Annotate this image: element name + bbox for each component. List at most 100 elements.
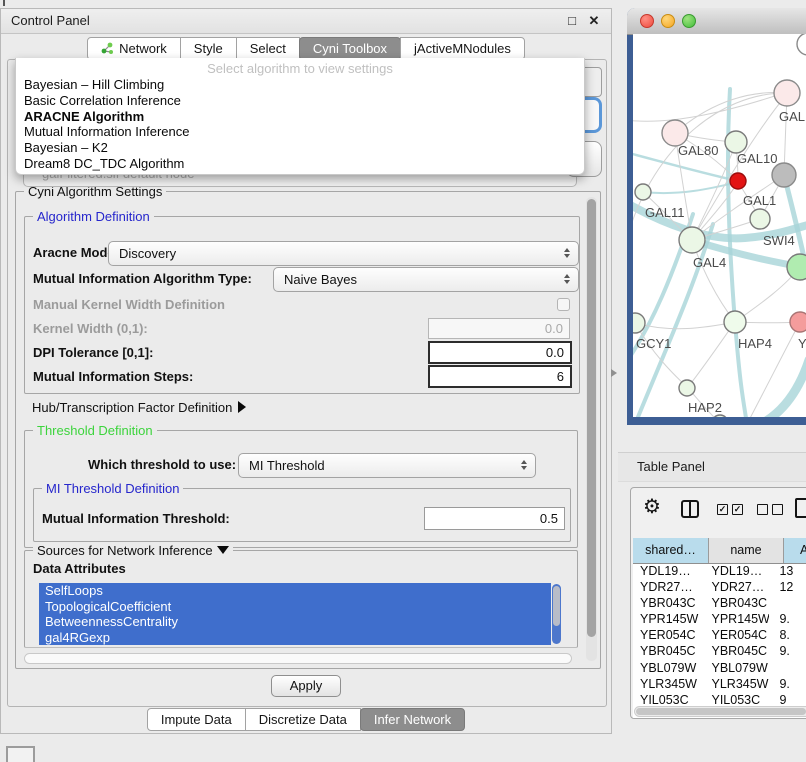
table-row[interactable]: YER054CYER054C8. — [633, 627, 806, 643]
which-threshold-combobox[interactable]: MI Threshold — [238, 453, 536, 478]
mi-threshold-label: Mutual Information Threshold: — [42, 511, 230, 526]
table-cell — [769, 660, 806, 676]
page-icon[interactable] — [795, 498, 806, 518]
table-cell: 8. — [769, 627, 806, 643]
network-node-gal11[interactable] — [635, 184, 651, 200]
tab-jactivemnodules[interactable]: jActiveMNodules — [400, 37, 525, 60]
table-cell: YLR345W — [702, 676, 770, 692]
algorithm-option[interactable]: Basic Correlation Inference — [16, 93, 584, 109]
table-cell: 12 — [769, 579, 806, 595]
table-cell — [769, 595, 806, 611]
network-node-gal1[interactable] — [750, 209, 770, 229]
tab-impute-data[interactable]: Impute Data — [147, 708, 246, 731]
tab-style[interactable]: Style — [180, 37, 237, 60]
minimize-traffic-light[interactable] — [661, 14, 675, 28]
network-node-y[interactable] — [790, 312, 806, 332]
network-node-gal[interactable] — [774, 80, 800, 106]
tab-cyni-toolbox[interactable]: Cyni Toolbox — [299, 37, 401, 60]
network-node[interactable] — [797, 34, 806, 55]
manual-kernel-checkbox[interactable] — [557, 298, 570, 311]
column-header-partial[interactable]: A — [784, 538, 806, 563]
network-node-gal10[interactable] — [725, 131, 747, 153]
table-row[interactable]: YBR045CYBR045C9. — [633, 643, 806, 659]
table-header-row: shared… name A — [633, 538, 806, 564]
table-row[interactable]: YLR345WYLR345W9. — [633, 676, 806, 692]
column-header-name[interactable]: name — [709, 538, 784, 563]
group-title: Threshold Definition — [33, 423, 157, 438]
network-node-hap4[interactable] — [724, 311, 746, 333]
node-label: SWI4 — [763, 233, 795, 248]
unchecked-box-icon[interactable] — [757, 504, 768, 515]
network-node-swi4[interactable] — [787, 254, 806, 280]
network-canvas[interactable]: GALGAL80GAL10GAL11GAL1GAL4SWI4GCY1HAP4YH… — [633, 34, 806, 417]
algorithm-option[interactable]: Bayesian – K2 — [16, 140, 584, 156]
split-columns-icon[interactable] — [681, 500, 699, 518]
float-window-icon[interactable]: □ — [563, 9, 581, 33]
split-pane-arrow-icon[interactable] — [611, 369, 617, 377]
mi-type-value: Naive Bayes — [284, 272, 357, 287]
settings-scrollbar[interactable] — [586, 197, 597, 661]
algorithm-option[interactable]: Dream8 DC_TDC Algorithm — [16, 156, 584, 172]
manual-kernel-label: Manual Kernel Width Definition — [33, 297, 225, 312]
close-traffic-light[interactable] — [640, 14, 654, 28]
checked-box-icon[interactable]: ✓ — [732, 504, 743, 515]
control-panel-window: Control Panel □ ✕ Network Style Select — [0, 8, 612, 734]
gear-icon[interactable]: ⚙ — [643, 494, 661, 519]
network-node-gal4[interactable] — [679, 227, 705, 253]
data-attribute-item[interactable]: TopologicalCoefficient — [39, 599, 551, 615]
hub-definition-expander[interactable]: Hub/Transcription Factor Definition — [32, 400, 246, 415]
table-row[interactable]: YPR145WYPR145W9. — [633, 611, 806, 627]
tab-select[interactable]: Select — [236, 37, 300, 60]
algorithm-definition-group: Algorithm Definition Aracne Mode: Discov… — [24, 216, 580, 394]
table-hscrollbar[interactable] — [634, 706, 806, 717]
mi-type-combobox[interactable]: Naive Bayes — [273, 267, 579, 292]
settings-scrollbar-thumb[interactable] — [587, 199, 596, 637]
data-attribute-item[interactable]: gal4RGexp — [39, 630, 551, 646]
network-node-hap2[interactable] — [679, 380, 695, 396]
table-hscrollbar-thumb[interactable] — [636, 708, 806, 715]
close-window-icon[interactable]: ✕ — [585, 9, 603, 33]
kernel-width-input[interactable]: 0.0 — [428, 318, 570, 339]
table-cell: 9. — [769, 611, 806, 627]
table-row[interactable]: YDL19…YDL19…13 — [633, 563, 806, 579]
attributes-scrollbar[interactable] — [552, 584, 561, 644]
algorithm-option[interactable]: ARACNE Algorithm — [16, 109, 584, 125]
sources-group: Sources for Network Inference Data Attri… — [24, 550, 578, 648]
attributes-scrollbar-thumb[interactable] — [553, 586, 560, 626]
tab-label: Discretize Data — [259, 709, 347, 730]
table-row[interactable]: YBR043CYBR043C — [633, 595, 806, 611]
settings-hscrollbar[interactable] — [24, 653, 572, 664]
network-node[interactable] — [772, 163, 796, 187]
collapse-arrow-icon — [217, 546, 229, 554]
table-cell: YBL079W — [633, 660, 702, 676]
mi-steps-input[interactable]: 6 — [428, 365, 572, 388]
node-label: GAL — [779, 109, 805, 124]
collapsed-panel-icon[interactable] — [6, 746, 35, 762]
table-cell: YBL079W — [702, 660, 770, 676]
table-row[interactable]: YBL079WYBL079W — [633, 660, 806, 676]
algorithm-option[interactable]: Mutual Information Inference — [16, 124, 584, 140]
algorithm-option[interactable]: Bayesian – Hill Climbing — [16, 77, 584, 93]
mi-threshold-input[interactable]: 0.5 — [424, 507, 565, 530]
network-window-titlebar — [627, 8, 806, 35]
network-node[interactable] — [712, 415, 728, 417]
checked-box-icon[interactable]: ✓ — [717, 504, 728, 515]
tab-discretize-data[interactable]: Discretize Data — [245, 708, 361, 731]
tab-infer-network[interactable]: Infer Network — [360, 708, 465, 731]
tab-network[interactable]: Network — [87, 37, 181, 60]
data-attribute-item[interactable]: SelfLoops — [39, 583, 551, 599]
network-node-gcy1[interactable] — [633, 313, 645, 333]
unchecked-box-icon[interactable] — [772, 504, 783, 515]
sources-collapse-toggle[interactable]: Sources for Network Inference — [33, 543, 233, 558]
aracne-mode-combobox[interactable]: Discovery — [108, 241, 579, 266]
sources-title: Sources for Network Inference — [37, 543, 213, 558]
table-row[interactable]: YDR27…YDR27…12 — [633, 579, 806, 595]
column-header-shared-name[interactable]: shared… — [633, 538, 709, 563]
dpi-tolerance-input[interactable]: 0.0 — [428, 341, 572, 364]
apply-button[interactable]: Apply — [271, 675, 341, 697]
caret-artifact — [3, 0, 5, 6]
zoom-traffic-light[interactable] — [682, 14, 696, 28]
table-cell: YBR045C — [702, 643, 770, 659]
data-attribute-item[interactable]: BetweennessCentrality — [39, 614, 551, 630]
network-node[interactable] — [730, 173, 746, 189]
